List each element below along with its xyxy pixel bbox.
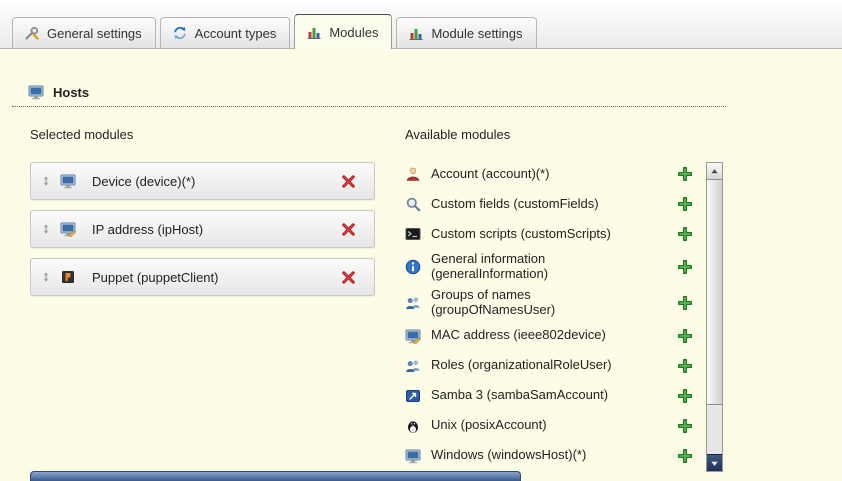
section-title: Hosts <box>53 85 89 100</box>
available-module-row: Windows (windowsHost)(*) <box>405 444 704 468</box>
tab-general-settings[interactable]: General settings <box>12 17 156 48</box>
add-module-button[interactable] <box>676 327 694 345</box>
add-module-button[interactable] <box>676 195 694 213</box>
unix-icon <box>405 418 421 434</box>
drag-handle-icon[interactable] <box>41 224 51 234</box>
selected-modules-column: Selected modules Device (device)(*) IP ad… <box>30 127 375 474</box>
drag-handle-icon[interactable] <box>41 176 51 186</box>
available-module-row: Roles (organizationalRoleUser) <box>405 354 704 378</box>
bottom-bar <box>30 471 521 481</box>
available-module-row: MAC address (ieee802device) <box>405 324 704 348</box>
remove-module-button[interactable] <box>339 268 358 287</box>
tools-icon <box>24 25 40 41</box>
scrollbar-thumb[interactable] <box>707 179 722 405</box>
hosts-section-heading: Hosts <box>12 84 726 107</box>
available-module-row: Custom fields (customFields) <box>405 192 704 216</box>
add-module-button[interactable] <box>676 447 694 465</box>
selected-modules-list: Device (device)(*) IP address (ipHost) Pup… <box>30 162 375 296</box>
selected-module-row[interactable]: Device (device)(*) <box>30 162 375 200</box>
tab-label: Modules <box>329 25 378 40</box>
ip-address-icon <box>60 221 76 237</box>
add-module-button[interactable] <box>676 294 694 312</box>
available-module-label: Unix (posixAccount) <box>431 418 547 433</box>
remove-module-button[interactable] <box>339 220 358 239</box>
available-modules-column: Available modules Account (account)(*) Cu… <box>405 127 723 474</box>
available-modules-list: Account (account)(*) Custom fields (custo… <box>405 162 704 474</box>
add-icon <box>678 449 692 463</box>
available-module-label: Roles (organizationalRoleUser) <box>431 358 612 373</box>
add-module-button[interactable] <box>676 165 694 183</box>
tab-modules[interactable]: Modules <box>294 14 392 49</box>
remove-module-button[interactable] <box>339 172 358 191</box>
delete-icon <box>341 222 356 237</box>
add-module-button[interactable] <box>676 417 694 435</box>
selected-module-row[interactable]: Puppet (puppetClient) <box>30 258 375 296</box>
add-icon <box>678 167 692 181</box>
add-module-button[interactable] <box>676 357 694 375</box>
modules-columns: Selected modules Device (device)(*) IP ad… <box>30 127 842 474</box>
selected-modules-heading: Selected modules <box>30 127 375 142</box>
available-module-label: Custom fields (customFields) <box>431 197 599 212</box>
tab-module-settings[interactable]: Module settings <box>396 17 536 48</box>
sync-icon <box>172 25 188 41</box>
add-icon <box>678 227 692 241</box>
tab-label: Module settings <box>431 26 522 41</box>
selected-module-row[interactable]: IP address (ipHost) <box>30 210 375 248</box>
windows-icon <box>405 448 421 464</box>
available-module-row: Groups of names (groupOfNamesUser) <box>405 288 704 318</box>
available-module-row: General information (generalInformation) <box>405 252 704 282</box>
chart-icon <box>306 24 322 40</box>
add-icon <box>678 329 692 343</box>
mac-address-icon <box>405 328 421 344</box>
available-module-label: Groups of names (groupOfNamesUser) <box>431 288 656 318</box>
available-module-label: Samba 3 (sambaSamAccount) <box>431 388 608 403</box>
available-module-row: Unix (posixAccount) <box>405 414 704 438</box>
selected-module-label: Puppet (puppetClient) <box>92 270 218 285</box>
group-icon <box>405 295 421 311</box>
available-modules-heading: Available modules <box>405 127 723 142</box>
add-module-button[interactable] <box>676 387 694 405</box>
available-module-label: General information (generalInformation) <box>431 252 656 282</box>
drag-handle-icon[interactable] <box>41 272 51 282</box>
tab-label: Account types <box>195 26 277 41</box>
tab-bar: General settings Account types Modules Modu… <box>0 0 842 49</box>
add-icon <box>678 359 692 373</box>
scroll-up-button[interactable] <box>707 163 722 180</box>
add-icon <box>678 260 692 274</box>
add-icon <box>678 197 692 211</box>
content-area: Hosts Selected modules Device (device)(*… <box>0 50 842 481</box>
scroll-down-button[interactable] <box>707 454 722 471</box>
available-module-label: Account (account)(*) <box>431 167 550 182</box>
available-module-row: Account (account)(*) <box>405 162 704 186</box>
puppet-icon <box>60 269 76 285</box>
terminal-icon <box>405 226 421 242</box>
samba-icon <box>405 388 421 404</box>
available-module-row: Custom scripts (customScripts) <box>405 222 704 246</box>
add-icon <box>678 419 692 433</box>
available-module-label: Custom scripts (customScripts) <box>431 227 611 242</box>
roles-icon <box>405 358 421 374</box>
scrollbar[interactable] <box>706 162 723 472</box>
tab-label: General settings <box>47 26 142 41</box>
delete-icon <box>341 270 356 285</box>
add-module-button[interactable] <box>676 258 694 276</box>
available-modules-wrap: Account (account)(*) Custom fields (custo… <box>405 162 723 474</box>
add-icon <box>678 296 692 310</box>
tab-account-types[interactable]: Account types <box>160 17 291 48</box>
search-icon <box>405 196 421 212</box>
add-module-button[interactable] <box>676 225 694 243</box>
account-icon <box>405 166 421 182</box>
selected-module-label: Device (device)(*) <box>92 174 195 189</box>
selected-module-label: IP address (ipHost) <box>92 222 203 237</box>
delete-icon <box>341 174 356 189</box>
hosts-icon <box>28 84 44 100</box>
chart-icon <box>408 25 424 41</box>
add-icon <box>678 389 692 403</box>
available-module-label: Windows (windowsHost)(*) <box>431 448 586 463</box>
device-icon <box>60 173 76 189</box>
info-icon <box>405 259 421 275</box>
available-module-row: Samba 3 (sambaSamAccount) <box>405 384 704 408</box>
available-module-label: MAC address (ieee802device) <box>431 328 606 343</box>
